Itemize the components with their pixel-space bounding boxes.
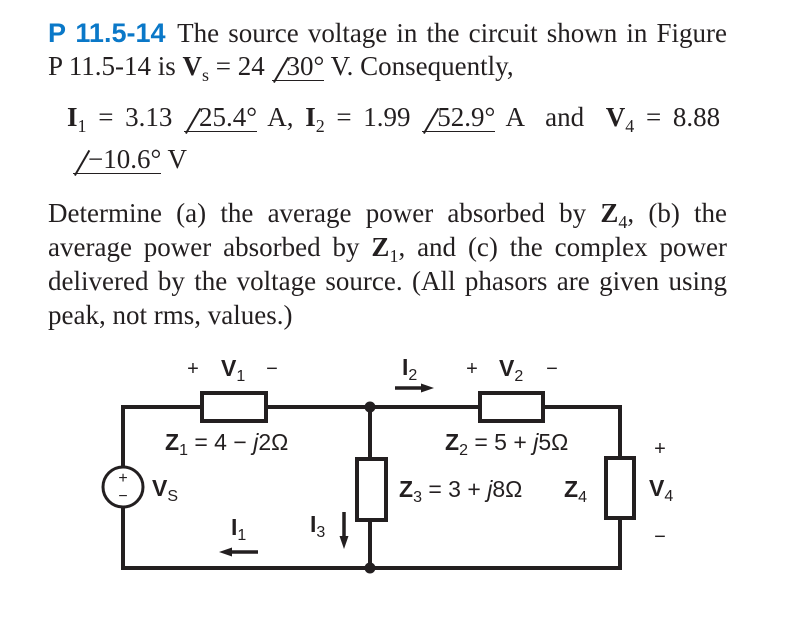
v2-minus-sign: − — [546, 358, 558, 380]
symbol-subscript: 3 — [316, 524, 325, 541]
z4-label: Z4 — [564, 476, 587, 506]
v1-label: V1 — [221, 355, 245, 385]
v4-plus-sign: + — [654, 438, 666, 460]
z1-label: Z1 = 4 − j2Ω — [165, 429, 288, 459]
symbol-letter: V — [649, 475, 665, 501]
i2-label: I2 — [402, 354, 417, 384]
symbol-subscript: 2 — [514, 368, 523, 385]
i2-arrow-right-icon — [395, 383, 434, 393]
v2-label: V2 — [499, 355, 523, 385]
v4-label: V4 — [649, 475, 673, 505]
symbol-letter: Z — [564, 476, 578, 502]
circuit-diagram: + − VS + V1 − Z1 = 4 − j2Ω I2 + V2 − Z2 … — [101, 354, 673, 574]
z2-label: Z2 = 5 + j5Ω — [445, 429, 568, 459]
v4-minus-sign: − — [654, 526, 666, 548]
impedance-value-suffix: 2Ω — [258, 429, 288, 455]
i3-label: I3 — [310, 511, 325, 541]
symbol-subscript: 3 — [413, 489, 422, 506]
z4-impedance-box — [604, 456, 636, 520]
symbol-subscript: S — [167, 488, 178, 505]
symbol-subscript: 1 — [236, 368, 245, 385]
impedance-value-suffix: 5Ω — [538, 429, 568, 455]
symbol-subscript: 2 — [459, 442, 468, 459]
v1-minus-sign: − — [266, 358, 278, 380]
top-junction-dot — [364, 401, 376, 413]
source-plus-sign: + — [118, 470, 127, 487]
v2-plus-sign: + — [466, 358, 478, 380]
z2-impedance-box — [478, 391, 545, 423]
impedance-value-prefix: = 5 + — [468, 429, 533, 455]
source-label: VS — [152, 475, 178, 505]
symbol-subscript: 4 — [664, 488, 673, 505]
z3-impedance-box — [355, 457, 388, 522]
impedance-value-prefix: = 3 + — [422, 476, 487, 502]
i1-arrow-left-icon — [219, 547, 258, 557]
v1-plus-sign: + — [187, 358, 199, 380]
impedance-value-prefix: = 4 − — [188, 429, 253, 455]
z3-label: Z3 = 3 + j8Ω — [399, 476, 522, 506]
impedance-value-suffix: 8Ω — [492, 476, 522, 502]
arrow-head — [421, 383, 434, 393]
symbol-letter: V — [221, 355, 237, 381]
symbol-subscript: 1 — [237, 527, 246, 544]
i1-label: I1 — [231, 514, 246, 544]
symbol-subscript: 1 — [179, 442, 188, 459]
bottom-junction-dot — [364, 562, 376, 574]
symbol-letter: V — [499, 355, 515, 381]
symbol-subscript: 4 — [578, 489, 587, 506]
source-minus-sign: − — [118, 488, 127, 505]
i3-arrow-down-icon — [339, 512, 349, 549]
arrow-head — [219, 547, 232, 557]
arrow-head — [339, 536, 349, 549]
symbol-subscript: 2 — [408, 367, 417, 384]
voltage-source-icon: + − — [101, 465, 145, 509]
symbol-letter: Z — [165, 429, 179, 455]
symbol-letter: Z — [399, 476, 413, 502]
z1-impedance-box — [200, 391, 268, 423]
symbol-letter: Z — [445, 429, 459, 455]
symbol-letter: V — [152, 475, 168, 501]
